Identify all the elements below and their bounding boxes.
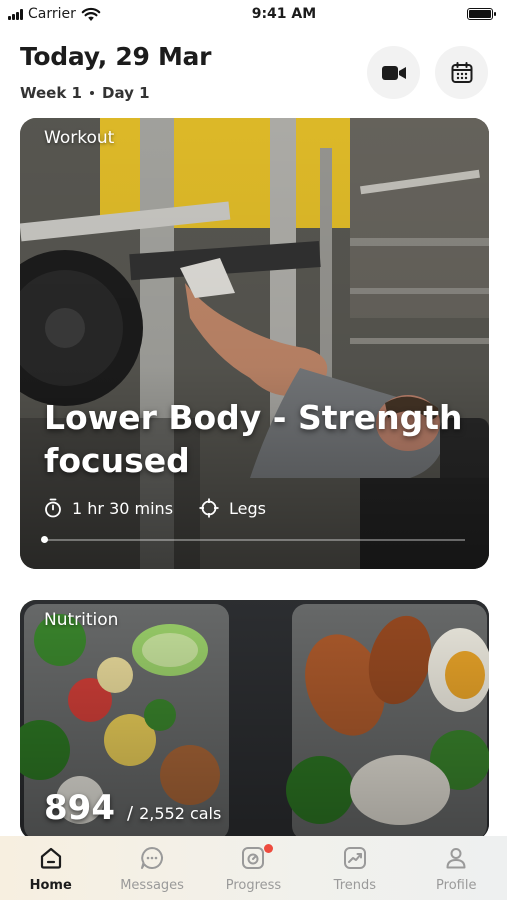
stopwatch-icon <box>45 498 61 518</box>
calorie-target: 2,552 cals <box>139 804 222 823</box>
target-item: Legs <box>199 498 266 518</box>
workout-progress-bar <box>41 536 465 543</box>
tab-bar: Home Messages Progress Trends Profile <box>0 836 507 900</box>
video-call-button[interactable] <box>367 46 420 99</box>
tab-messages[interactable]: Messages <box>107 844 197 893</box>
workout-progress-indicator <box>41 536 48 543</box>
calorie-separator: / <box>126 803 134 824</box>
progress-notification-badge <box>264 844 274 853</box>
duration-item: 1 hr 30 mins <box>44 498 173 518</box>
status-left: Carrier <box>8 6 101 22</box>
workout-label: Workout <box>44 128 115 148</box>
signal-icon <box>8 8 23 20</box>
week-day-subtitle: Week 1 Day 1 <box>20 84 150 102</box>
carrier-label: Carrier <box>28 6 76 22</box>
workout-card[interactable]: Workout Lower Body - Strength focused 1 … <box>20 118 489 569</box>
duration-text: 1 hr 30 mins <box>72 498 174 518</box>
separator-dot <box>90 91 94 95</box>
tab-home[interactable]: Home <box>6 844 96 893</box>
wifi-icon <box>81 7 101 21</box>
video-camera-icon <box>381 65 406 80</box>
target-text: Legs <box>229 498 266 518</box>
messages-icon <box>141 847 164 869</box>
tab-profile[interactable]: Profile <box>411 844 501 893</box>
header: Today, 29 Mar Week 1 Day 1 <box>20 42 490 102</box>
tab-trends-label: Trends <box>333 878 377 893</box>
week-label: Week 1 <box>20 84 82 102</box>
tab-progress-label: Progress <box>225 878 282 893</box>
progress-icon <box>242 847 265 869</box>
tab-trends[interactable]: Trends <box>310 844 400 893</box>
trends-icon <box>343 847 366 869</box>
tab-home-label: Home <box>29 878 72 893</box>
workout-meta: 1 hr 30 mins Legs <box>44 498 266 518</box>
battery-icon <box>466 8 496 20</box>
target-crosshair-icon <box>199 498 219 518</box>
nutrition-label: Nutrition <box>44 610 119 630</box>
calendar-icon <box>451 61 472 83</box>
calendar-button[interactable] <box>435 46 488 99</box>
day-label: Day 1 <box>102 84 150 102</box>
home-icon <box>40 847 61 869</box>
tab-profile-label: Profile <box>436 878 477 893</box>
tab-progress[interactable]: Progress <box>208 844 298 893</box>
status-bar: Carrier 9:41 AM <box>0 0 507 28</box>
workout-title: Lower Body - Strength focused <box>44 398 463 480</box>
nutrition-card[interactable]: Nutrition 894 / 2,552 cals <box>20 600 489 840</box>
tab-messages-label: Messages <box>120 878 184 893</box>
status-time: 9:41 AM <box>251 6 317 22</box>
calorie-value: 894 <box>44 788 115 828</box>
profile-icon <box>446 848 466 869</box>
calorie-summary: 894 / 2,552 cals <box>44 788 221 828</box>
